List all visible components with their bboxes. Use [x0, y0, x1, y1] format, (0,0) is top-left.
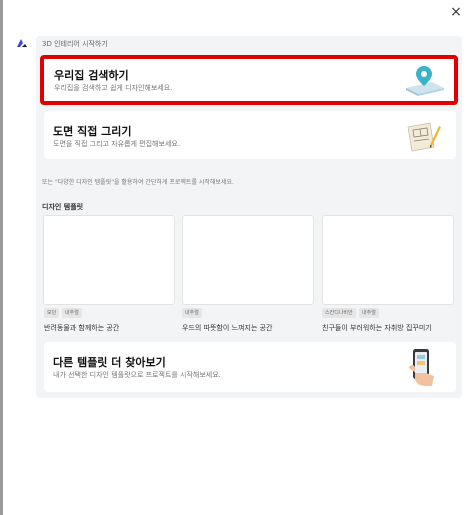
app-logo-icon	[17, 39, 27, 47]
close-button[interactable]: ×	[446, 2, 466, 22]
draw-floorplan-title: 도면 직접 그리기	[53, 125, 132, 138]
floorplan-pencil-icon	[407, 122, 441, 152]
section-label: 3D 인테리어 시작하기	[42, 40, 108, 48]
more-templates-card[interactable]: 다른 템플릿 더 찾아보기 내가 선택한 디자인 템플릿으로 프로젝트를 시작해…	[44, 342, 456, 392]
template-thumbnail[interactable]	[43, 215, 175, 305]
template-tag: 스칸디나비안	[322, 308, 356, 318]
phone-hand-icon	[409, 349, 434, 386]
more-templates-desc: 내가 선택한 디자인 템플릿으로 프로젝트를 시작해보세요.	[53, 371, 221, 379]
template-info-bar: 또는 "다양한 디자인 템플릿"을 활용하여 간단하게 프로젝트를 시작해보세요…	[36, 170, 462, 192]
template-tag: 내추럴	[62, 308, 82, 318]
template-thumbnail[interactable]	[322, 215, 454, 305]
search-home-desc: 우리집을 검색하고 쉽게 디자인해보세요.	[54, 84, 173, 92]
template-title[interactable]: 친구들이 부러워하는 자취방 집꾸미기	[322, 323, 432, 333]
template-thumbnail[interactable]	[182, 215, 314, 305]
template-tag: 모던	[44, 308, 60, 318]
template-title[interactable]: 반려동물과 함께하는 공간	[44, 323, 119, 333]
template-info-text: 또는 "다양한 디자인 템플릿"을 활용하여 간단하게 프로젝트를 시작해보세요…	[42, 179, 234, 186]
search-home-title: 우리집 검색하기	[54, 69, 129, 82]
more-templates-title: 다른 템플릿 더 찾아보기	[53, 356, 166, 369]
draw-floorplan-desc: 도면을 직접 그리고 자유롭게 편집해보세요.	[53, 140, 181, 148]
window-edge	[0, 0, 3, 515]
template-title[interactable]: 우드의 따뜻함이 느껴지는 공간	[182, 323, 272, 333]
close-icon: ×	[450, 4, 462, 20]
template-tag: 내추럴	[182, 308, 202, 318]
search-home-card[interactable]: 우리집 검색하기 우리집을 검색하고 쉽게 디자인해보세요.	[40, 55, 458, 105]
templates-heading: 디자인 템플릿	[42, 203, 84, 211]
draw-floorplan-card[interactable]: 도면 직접 그리기 도면을 직접 그리고 자유롭게 편집해보세요.	[44, 111, 456, 159]
map-pin-icon	[406, 66, 444, 96]
template-tag: 내추럴	[359, 308, 379, 318]
